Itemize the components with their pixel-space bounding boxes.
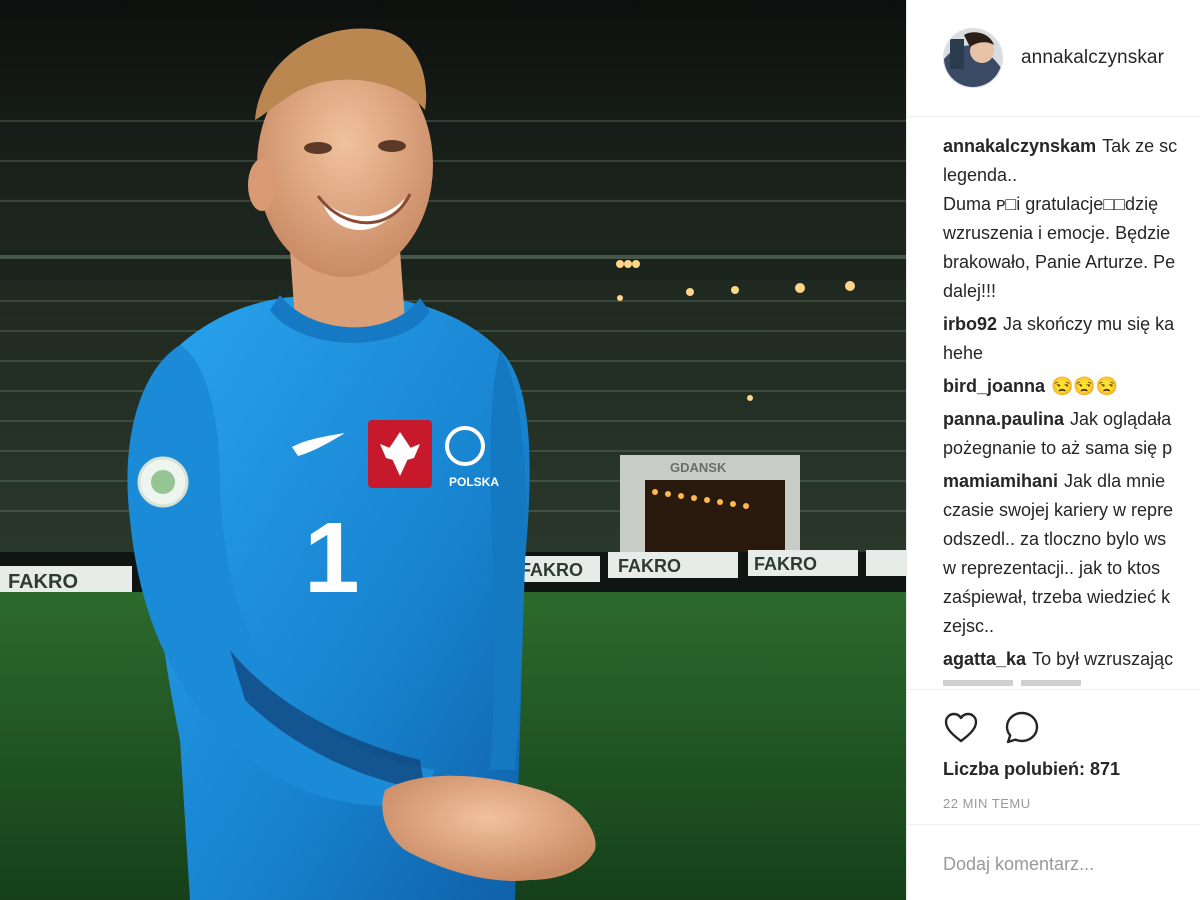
heart-icon[interactable]: [943, 710, 979, 746]
comment-text: To był wzruszając: [1032, 649, 1174, 669]
post-side-panel: annakalczynskar annakalczynskam Tak ze sc…: [906, 0, 1200, 900]
comment-author[interactable]: irbo92: [943, 314, 997, 334]
comment-text: brakowało, Panie Arturze. Pe: [943, 252, 1176, 272]
comment-author[interactable]: panna.paulina: [943, 409, 1064, 429]
comment-line: annakalczynskam Tak ze sc: [943, 132, 1200, 161]
comment-text: zejsc..: [943, 616, 995, 636]
comment-text: pożegnanie to aż sama się p: [943, 438, 1173, 458]
post-photo-image: GDANSK FAKRO FAKRO FAKRO FAKRO POLSKA 1: [0, 0, 906, 900]
comment-line: odszedl.. za tloczno bylo ws: [943, 525, 1200, 554]
add-comment-input[interactable]: [943, 849, 1183, 879]
comment-author[interactable]: agatta_ka: [943, 649, 1026, 669]
comment-line: bird_joanna 😒😒😒: [943, 372, 1200, 401]
comment-line: legenda..: [943, 161, 1200, 190]
comment-line: zejsc..: [943, 612, 1200, 641]
comment-line: wzruszenia i emocje. Będzie: [943, 219, 1200, 248]
comment-item: bird_joanna 😒😒😒: [943, 372, 1200, 401]
post-photo[interactable]: GDANSK FAKRO FAKRO FAKRO FAKRO POLSKA 1: [0, 0, 906, 900]
ad-board-text: FAKRO: [8, 571, 78, 593]
comment-text: 😒😒😒: [1051, 376, 1119, 396]
comment-line: dalej!!!: [943, 277, 1200, 306]
ad-board-text: FAKRO: [520, 560, 583, 580]
post-actions: Liczba polubień: 871 22 MIN TEMU: [907, 689, 1200, 825]
shirt-number: 1: [304, 502, 360, 614]
comment-text: wzruszenia i emocje. Będzie: [943, 223, 1171, 243]
comments-list: annakalczynskam Tak ze sc legenda.. Duma ᴘ□…: [943, 132, 1200, 688]
comment-text: w reprezentacji.. jak to ktos: [943, 558, 1161, 578]
comment-bubble-icon[interactable]: [1004, 710, 1040, 746]
likes-count[interactable]: Liczba polubień: 871: [943, 759, 1120, 780]
comment-author[interactable]: annakalczynskam: [943, 136, 1096, 156]
comment-line: brakowało, Panie Arturze. Pe: [943, 248, 1200, 277]
post-header: annakalczynskar: [907, 0, 1200, 117]
comment-text: dalej!!!: [943, 281, 997, 301]
comment-item: mamiamihani Jak dla mnie czasie swojej kar…: [943, 467, 1200, 641]
comment-line: mamiamihani Jak dla mnie: [943, 467, 1200, 496]
ad-board-text: FAKRO: [754, 554, 817, 574]
post-timestamp[interactable]: 22 MIN TEMU: [943, 796, 1031, 811]
comment-text: hehe: [943, 343, 984, 363]
comment-line: zaśpiewał, trzeba wiedzieć k: [943, 583, 1200, 612]
comment-text: Duma ᴘ□i gratulacje□□dzię: [943, 194, 1159, 214]
comment-author[interactable]: bird_joanna: [943, 376, 1045, 396]
ad-board-text: FAKRO: [618, 556, 681, 576]
comment-line: pożegnanie to aż sama się p: [943, 434, 1200, 463]
comment-line: panna.paulina Jak oglądała: [943, 405, 1200, 434]
comment-line: hehe: [943, 339, 1200, 368]
comment-text: Ja skończy mu się ka: [1003, 314, 1175, 334]
comment-line: irbo92 Ja skończy mu się ka: [943, 310, 1200, 339]
comment-text: zaśpiewał, trzeba wiedzieć k: [943, 587, 1171, 607]
comment-author[interactable]: mamiamihani: [943, 471, 1058, 491]
comment-line: agatta_ka To był wzruszając: [943, 645, 1200, 674]
add-comment-area: [907, 824, 1200, 900]
comment-text: odszedl.. za tloczno bylo ws: [943, 529, 1167, 549]
stand-sign: GDANSK: [670, 460, 727, 475]
comment-text: Jak oglądała: [1070, 409, 1172, 429]
comment-line: w reprezentacji.. jak to ktos: [943, 554, 1200, 583]
comment-item: panna.paulina Jak oglądała pożegnanie to a…: [943, 405, 1200, 463]
comment-line: Duma ᴘ□i gratulacje□□dzię: [943, 190, 1200, 219]
post-username[interactable]: annakalczynskar: [1021, 47, 1164, 69]
clipped-comment: [943, 678, 1200, 686]
comment-item: irbo92 Ja skończy mu się ka hehe: [943, 310, 1200, 368]
comment-item: agatta_ka To był wzruszając: [943, 645, 1200, 674]
comment-text: czasie swojej kariery w repre: [943, 500, 1174, 520]
comment-line: czasie swojej kariery w repre: [943, 496, 1200, 525]
avatar[interactable]: [943, 28, 1003, 88]
comment-text: Tak ze sc: [1102, 136, 1178, 156]
comment-item: annakalczynskam Tak ze sc legenda.. Duma ᴘ□…: [943, 132, 1200, 306]
crest-text: POLSKA: [449, 475, 499, 489]
comment-text: legenda..: [943, 165, 1018, 185]
comment-text: Jak dla mnie: [1064, 471, 1166, 491]
